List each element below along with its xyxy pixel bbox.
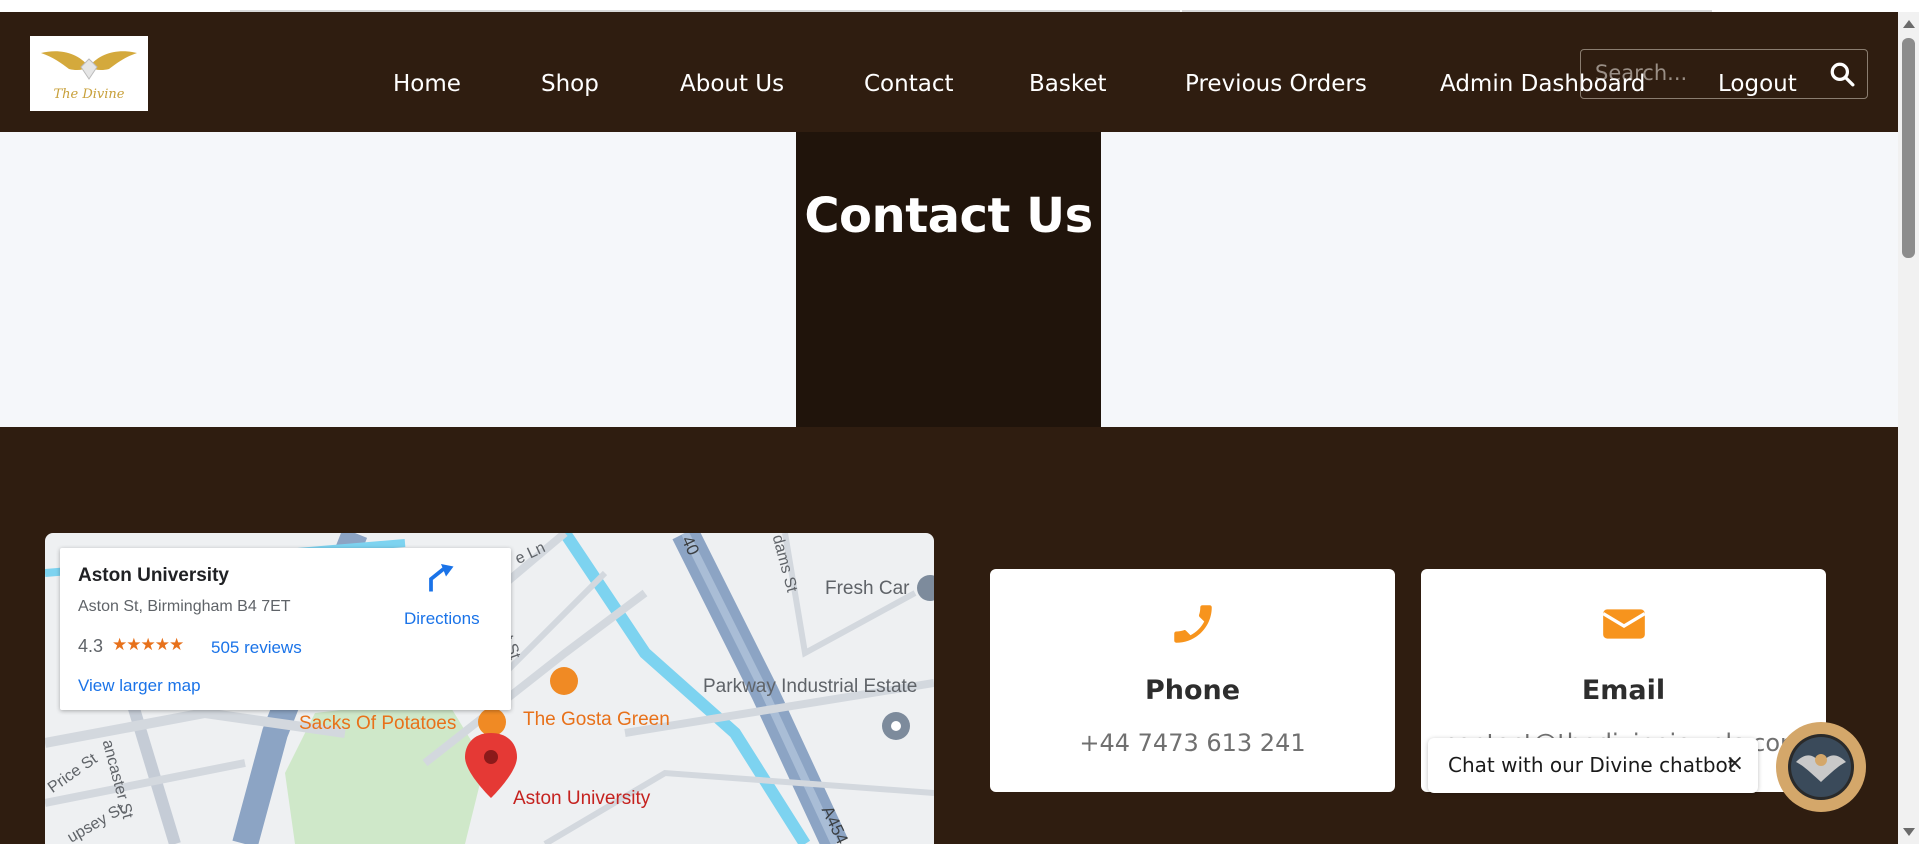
reviews-link[interactable]: 505 reviews [211, 638, 302, 658]
wings-logo-icon [41, 51, 137, 80]
google-map[interactable]: Fresh Car Parkway Industrial Estate Sack… [45, 533, 934, 844]
phone-icon [1174, 605, 1212, 643]
logo-text: The Divine [53, 87, 125, 102]
nav-shop[interactable]: Shop [541, 70, 599, 98]
eagle-emblem-icon [1788, 734, 1854, 800]
email-title: Email [1581, 675, 1666, 706]
map-label-gosta: The Gosta Green [523, 709, 670, 730]
chatbot-prompt[interactable]: Chat with our Divine chatbot × [1428, 738, 1758, 793]
nav-home[interactable]: Home [393, 70, 461, 98]
map-label-aston: Aston University [513, 788, 651, 809]
chatbot-avatar-button[interactable] [1776, 722, 1866, 812]
envelope-icon [1602, 609, 1646, 639]
phone-value: +44 7473 613 241 [1079, 729, 1306, 757]
place-rating: 4.3 [78, 636, 104, 656]
navbar: The Divine Home Shop About Us Contact Ba… [0, 12, 1898, 132]
hero-section: Contact Us [0, 132, 1898, 427]
scroll-up-arrow-icon[interactable] [1903, 20, 1915, 28]
map-place-card: Aston University Aston St, Birmingham B4… [60, 548, 511, 710]
map-label-sacks: Sacks Of Potatoes [299, 713, 457, 734]
nav-contact[interactable]: Contact [864, 70, 953, 98]
rating-stars-icon: ★★★★★ [112, 635, 184, 654]
hero-title-box: Contact Us [796, 132, 1101, 427]
scrollbar-thumb[interactable] [1902, 38, 1915, 258]
search-icon[interactable] [1829, 61, 1855, 87]
nav-admin-dashboard[interactable]: Admin Dashboard [1440, 70, 1645, 98]
view-larger-map-link[interactable]: View larger map [78, 676, 201, 696]
map-label-fresh: Fresh Car [825, 578, 910, 599]
map-label-parkway: Parkway Industrial Estate [703, 676, 918, 697]
nav-basket[interactable]: Basket [1029, 70, 1107, 98]
place-name: Aston University [78, 565, 229, 586]
browser-top-strip [0, 0, 1919, 12]
close-icon[interactable]: × [1726, 751, 1744, 776]
page-title: Contact Us [804, 188, 1093, 244]
nav-logout[interactable]: Logout [1718, 70, 1797, 98]
phone-title: Phone [1144, 675, 1241, 706]
chatbot-text: Chat with our Divine chatbot [1448, 753, 1736, 777]
scroll-down-arrow-icon[interactable] [1903, 828, 1915, 836]
directions-link[interactable]: Directions [404, 609, 480, 629]
phone-card: Phone +44 7473 613 241 [990, 569, 1395, 792]
site-logo[interactable]: The Divine [30, 36, 148, 111]
nav-previous-orders[interactable]: Previous Orders [1185, 70, 1367, 98]
page-scrollbar[interactable] [1898, 12, 1919, 844]
nav-about[interactable]: About Us [680, 70, 784, 98]
directions-icon[interactable] [426, 564, 456, 594]
place-address: Aston St, Birmingham B4 7ET [78, 598, 291, 615]
